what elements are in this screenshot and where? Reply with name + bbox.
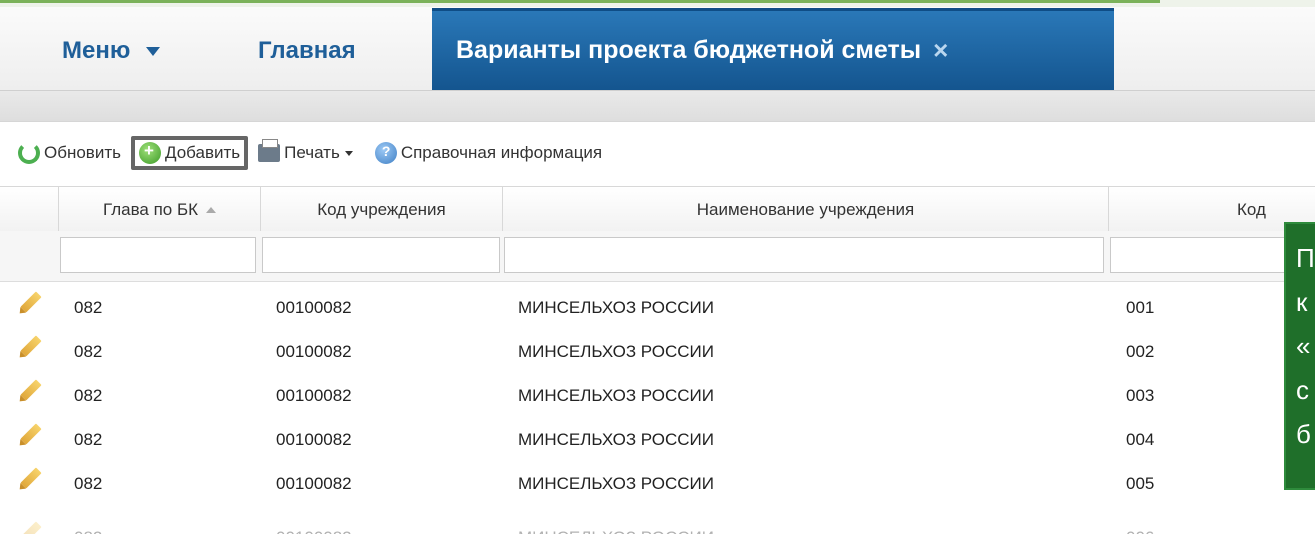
edit-pencil-icon[interactable] (20, 291, 42, 313)
refresh-button[interactable]: Обновить (14, 136, 125, 170)
printer-icon (258, 139, 281, 162)
filter-row (0, 231, 1315, 282)
table-row[interactable]: 082 00100082 МИНСЕЛЬХОЗ РОССИИ 006 (0, 520, 1315, 534)
grid-header: Глава по БК Код учреждения Наименование … (0, 186, 1315, 233)
hint-tooltip: П к « с б (1284, 222, 1315, 490)
add-icon (138, 141, 161, 164)
filter-chapter-input[interactable] (60, 237, 256, 273)
filter-institution-code-input[interactable] (262, 237, 500, 273)
chevron-down-icon (344, 150, 353, 156)
filter-institution-name-input[interactable] (504, 237, 1104, 273)
tab-title: Варианты проекта бюджетной сметы (456, 36, 922, 64)
help-icon (374, 142, 397, 164)
toolbar: Обновить Добавить Печать Справочная инфо… (14, 135, 606, 171)
edit-pencil-icon[interactable] (20, 467, 42, 489)
help-button[interactable]: Справочная информация (371, 136, 606, 170)
refresh-label: Обновить (44, 143, 121, 162)
top-stripe (0, 0, 1315, 7)
add-label: Добавить (164, 143, 241, 162)
table-row[interactable]: 082 00100082 МИНСЕЛЬХОЗ РОССИИ 005 (0, 466, 1315, 502)
top-green-line (0, 0, 1160, 3)
help-label: Справочная информация (400, 143, 603, 162)
print-label: Печать (284, 143, 340, 162)
table-row[interactable]: 082 00100082 МИНСЕЛЬХОЗ РОССИИ 001 (0, 290, 1315, 326)
edit-pencil-icon[interactable] (20, 335, 42, 357)
column-header-chapter[interactable]: Глава по БК (58, 187, 260, 232)
table-row[interactable]: 082 00100082 МИНСЕЛЬХОЗ РОССИИ 004 (0, 422, 1315, 458)
table-row[interactable]: 082 00100082 МИНСЕЛЬХОЗ РОССИИ 002 (0, 334, 1315, 370)
close-icon[interactable]: × (933, 35, 948, 66)
edit-pencil-icon[interactable] (20, 423, 42, 445)
home-tab[interactable]: Главная (258, 37, 356, 65)
sub-bar (0, 90, 1315, 122)
edit-pencil-icon[interactable] (20, 521, 42, 534)
edit-pencil-icon[interactable] (20, 379, 42, 401)
print-button[interactable]: Печать (254, 136, 357, 170)
menu-label: Меню (62, 37, 131, 64)
tab-budget-variants[interactable]: Варианты проекта бюджетной сметы × (432, 8, 1114, 90)
add-button[interactable]: Добавить (130, 136, 249, 170)
table-row[interactable]: 082 00100082 МИНСЕЛЬХОЗ РОССИИ 003 (0, 378, 1315, 414)
refresh-icon (18, 142, 40, 164)
sort-ascending-icon (206, 206, 217, 213)
column-header-institution-name[interactable]: Наименование учреждения (502, 187, 1108, 232)
column-header-institution-code[interactable]: Код учреждения (260, 187, 502, 232)
menu-button[interactable]: Меню (62, 37, 161, 65)
chevron-down-icon (146, 47, 161, 57)
